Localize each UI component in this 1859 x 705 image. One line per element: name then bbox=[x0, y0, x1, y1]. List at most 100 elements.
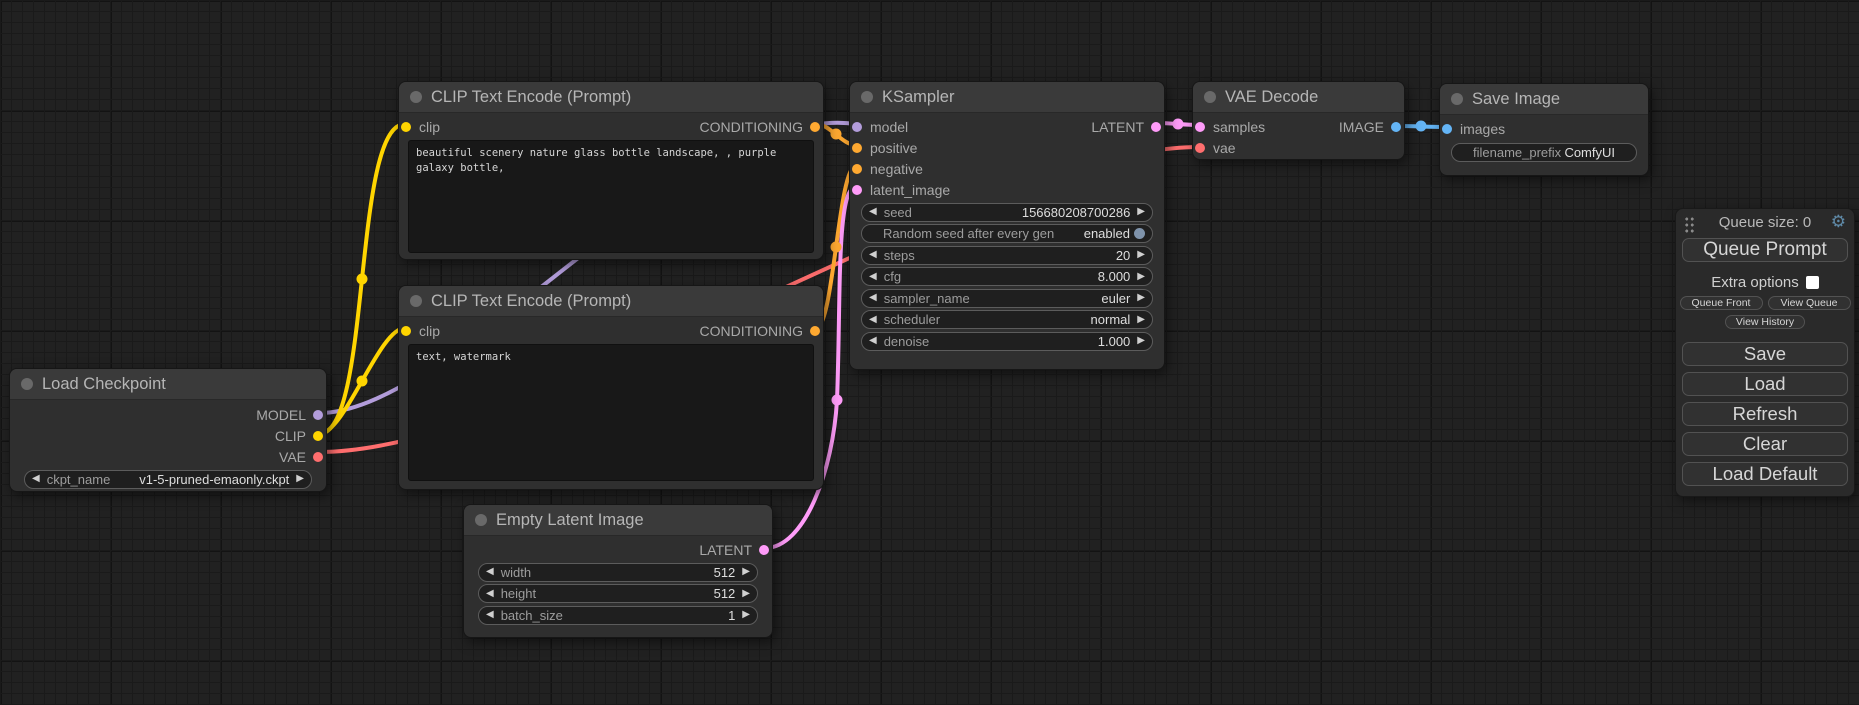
input-slot-clip[interactable]: clip bbox=[419, 323, 440, 339]
drag-handle-icon[interactable] bbox=[1684, 216, 1695, 233]
node-header[interactable]: KSampler bbox=[850, 82, 1164, 113]
decrement-arrow-icon[interactable]: ◀ bbox=[869, 207, 877, 217]
view-history-button[interactable]: View History bbox=[1725, 315, 1805, 329]
input-slot-clip[interactable]: clip bbox=[419, 119, 440, 135]
node-vae-decode[interactable]: VAE Decode samples IMAGE vae bbox=[1192, 81, 1405, 160]
widget-label: height bbox=[501, 586, 536, 601]
widget-width[interactable]: ◀ width 512 ▶ bbox=[478, 563, 758, 582]
output-slot-model[interactable]: MODEL bbox=[256, 407, 306, 423]
decrement-arrow-icon[interactable]: ◀ bbox=[486, 589, 494, 599]
node-empty-latent-image[interactable]: Empty Latent Image LATENT ◀ width 512 ▶ … bbox=[463, 504, 773, 638]
widget-value: 1.000 bbox=[1098, 334, 1131, 349]
widget-sampler-name[interactable]: ◀ sampler_name euler ▶ bbox=[861, 289, 1153, 308]
collapse-dot-icon[interactable] bbox=[410, 295, 422, 307]
increment-arrow-icon[interactable]: ▶ bbox=[1137, 250, 1145, 260]
decrement-arrow-icon[interactable]: ◀ bbox=[486, 610, 494, 620]
widget-batch-size[interactable]: ◀ batch_size 1 ▶ bbox=[478, 606, 758, 625]
output-slot-vae[interactable]: VAE bbox=[279, 449, 306, 465]
decrement-arrow-icon[interactable]: ◀ bbox=[32, 474, 40, 484]
slot-dot-vae bbox=[1195, 143, 1205, 153]
slot-label: LATENT bbox=[699, 542, 752, 558]
widget-height[interactable]: ◀ height 512 ▶ bbox=[478, 584, 758, 603]
node-clip-text-encode-negative[interactable]: CLIP Text Encode (Prompt) clip CONDITION… bbox=[398, 285, 824, 490]
widget-scheduler[interactable]: ◀ scheduler normal ▶ bbox=[861, 310, 1153, 329]
widget-label: cfg bbox=[884, 269, 901, 284]
increment-arrow-icon[interactable]: ▶ bbox=[1137, 272, 1145, 282]
toggle-dot[interactable] bbox=[1134, 228, 1145, 239]
widget-label: denoise bbox=[884, 334, 930, 349]
input-slot-model[interactable]: model bbox=[870, 119, 908, 135]
output-slot-latent[interactable]: LATENT bbox=[699, 542, 752, 558]
prompt-textarea[interactable]: text, watermark bbox=[408, 344, 814, 481]
increment-arrow-icon[interactable]: ▶ bbox=[1137, 207, 1145, 217]
decrement-arrow-icon[interactable]: ◀ bbox=[869, 315, 877, 325]
collapse-dot-icon[interactable] bbox=[475, 514, 487, 526]
node-header[interactable]: CLIP Text Encode (Prompt) bbox=[399, 286, 823, 317]
increment-arrow-icon[interactable]: ▶ bbox=[742, 610, 750, 620]
node-clip-text-encode-positive[interactable]: CLIP Text Encode (Prompt) clip CONDITION… bbox=[398, 81, 824, 260]
refresh-button[interactable]: Refresh bbox=[1682, 402, 1848, 426]
widget-random-seed-toggle[interactable]: Random seed after every gen enabled bbox=[861, 224, 1153, 243]
collapse-dot-icon[interactable] bbox=[21, 378, 33, 390]
widget-label: sampler_name bbox=[884, 291, 970, 306]
increment-arrow-icon[interactable]: ▶ bbox=[742, 567, 750, 577]
input-slot-positive[interactable]: positive bbox=[870, 140, 917, 156]
input-slot-vae[interactable]: vae bbox=[1213, 140, 1236, 156]
slot-dot-conditioning bbox=[810, 326, 820, 336]
node-load-checkpoint[interactable]: Load Checkpoint MODEL CLIP VAE ◀ ckpt_na… bbox=[9, 368, 327, 492]
slot-dot-conditioning bbox=[810, 122, 820, 132]
increment-arrow-icon[interactable]: ▶ bbox=[1137, 315, 1145, 325]
collapse-dot-icon[interactable] bbox=[410, 91, 422, 103]
increment-arrow-icon[interactable]: ▶ bbox=[1137, 336, 1145, 346]
output-slot-conditioning[interactable]: CONDITIONING bbox=[700, 323, 803, 339]
widget-filename-prefix[interactable]: filename_prefix ComfyUI bbox=[1451, 143, 1637, 162]
input-slot-images[interactable]: images bbox=[1460, 121, 1505, 137]
decrement-arrow-icon[interactable]: ◀ bbox=[486, 567, 494, 577]
extra-options-checkbox[interactable] bbox=[1806, 276, 1819, 289]
widget-steps[interactable]: ◀ steps 20 ▶ bbox=[861, 246, 1153, 265]
queue-prompt-button[interactable]: Queue Prompt bbox=[1682, 238, 1848, 262]
output-slot-latent[interactable]: LATENT bbox=[1091, 119, 1144, 135]
queue-front-button[interactable]: Queue Front bbox=[1680, 296, 1763, 310]
load-default-button[interactable]: Load Default bbox=[1682, 462, 1848, 486]
increment-arrow-icon[interactable]: ▶ bbox=[1137, 293, 1145, 303]
slot-label: clip bbox=[419, 119, 440, 135]
decrement-arrow-icon[interactable]: ◀ bbox=[869, 336, 877, 346]
node-header[interactable]: Empty Latent Image bbox=[464, 505, 772, 536]
clear-button[interactable]: Clear bbox=[1682, 432, 1848, 456]
node-save-image[interactable]: Save Image images filename_prefix ComfyU… bbox=[1439, 83, 1649, 176]
widget-value: 20 bbox=[1116, 248, 1130, 263]
increment-arrow-icon[interactable]: ▶ bbox=[296, 474, 304, 484]
input-slot-latent-image[interactable]: latent_image bbox=[870, 182, 950, 198]
output-slot-conditioning[interactable]: CONDITIONING bbox=[700, 119, 803, 135]
comfyui-canvas[interactable]: { "colors": { "model": "#b39ddb", "clip"… bbox=[0, 0, 1859, 705]
gear-icon[interactable]: ⚙ bbox=[1831, 212, 1846, 232]
node-ksampler[interactable]: KSampler model LATENT positive negative bbox=[849, 81, 1165, 370]
node-title: Save Image bbox=[1472, 90, 1560, 109]
view-queue-button[interactable]: View Queue bbox=[1768, 296, 1851, 310]
node-header[interactable]: Save Image bbox=[1440, 84, 1648, 115]
widget-denoise[interactable]: ◀ denoise 1.000 ▶ bbox=[861, 332, 1153, 351]
input-slot-negative[interactable]: negative bbox=[870, 161, 923, 177]
decrement-arrow-icon[interactable]: ◀ bbox=[869, 250, 877, 260]
node-title: Empty Latent Image bbox=[496, 511, 644, 530]
decrement-arrow-icon[interactable]: ◀ bbox=[869, 293, 877, 303]
load-button[interactable]: Load bbox=[1682, 372, 1848, 396]
prompt-textarea[interactable]: beautiful scenery nature glass bottle la… bbox=[408, 140, 814, 253]
collapse-dot-icon[interactable] bbox=[861, 91, 873, 103]
save-button[interactable]: Save bbox=[1682, 342, 1848, 366]
output-slot-clip[interactable]: CLIP bbox=[275, 428, 306, 444]
widget-ckpt-name[interactable]: ◀ ckpt_name v1-5-pruned-emaonly.ckpt ▶ bbox=[24, 470, 312, 489]
collapse-dot-icon[interactable] bbox=[1451, 93, 1463, 105]
node-header[interactable]: VAE Decode bbox=[1193, 82, 1404, 113]
widget-seed[interactable]: ◀ seed 156680208700286 ▶ bbox=[861, 203, 1153, 222]
widget-cfg[interactable]: ◀ cfg 8.000 ▶ bbox=[861, 267, 1153, 286]
node-header[interactable]: Load Checkpoint bbox=[10, 369, 326, 400]
increment-arrow-icon[interactable]: ▶ bbox=[742, 589, 750, 599]
slot-dot-clip bbox=[313, 431, 323, 441]
decrement-arrow-icon[interactable]: ◀ bbox=[869, 272, 877, 282]
output-slot-image[interactable]: IMAGE bbox=[1339, 119, 1384, 135]
collapse-dot-icon[interactable] bbox=[1204, 91, 1216, 103]
input-slot-samples[interactable]: samples bbox=[1213, 119, 1265, 135]
node-header[interactable]: CLIP Text Encode (Prompt) bbox=[399, 82, 823, 113]
